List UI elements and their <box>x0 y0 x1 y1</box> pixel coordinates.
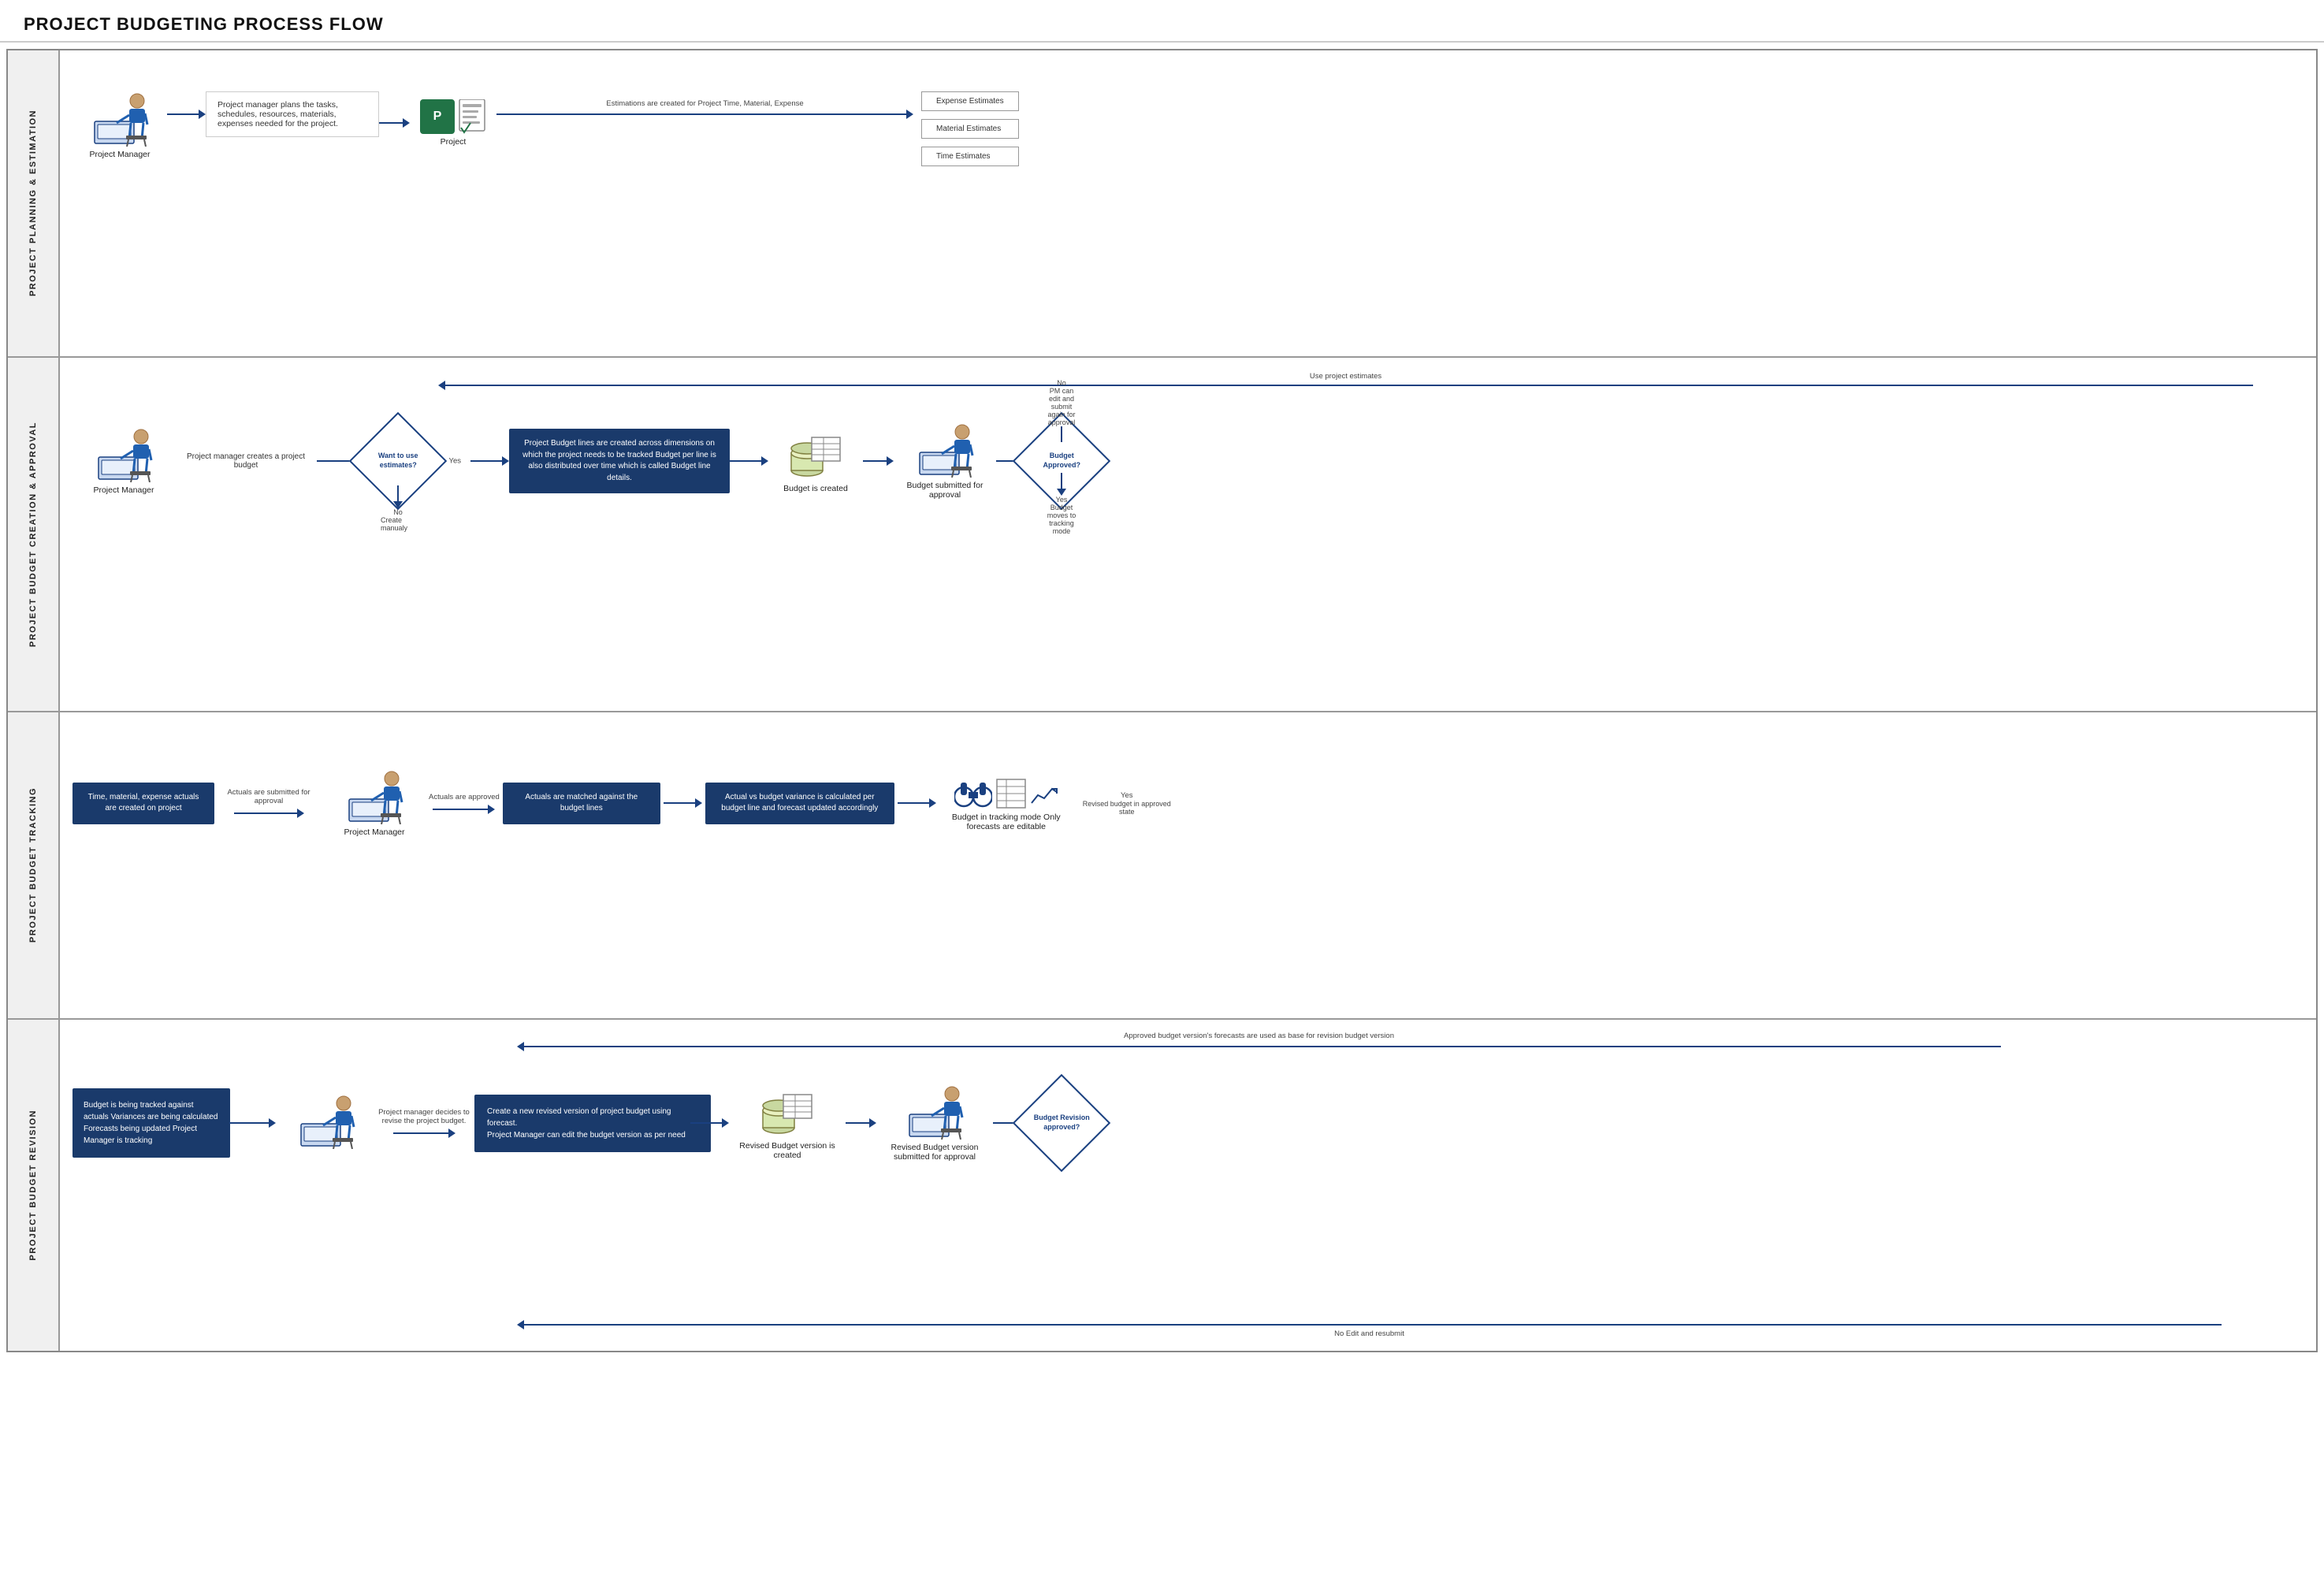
actor-pm-revision <box>279 1094 374 1152</box>
budget-created-icon <box>788 429 843 481</box>
time-estimates-box: Time Estimates <box>921 147 1019 166</box>
pm-icon-creation <box>92 427 155 482</box>
swimlane-body-creation: Use project estimates <box>60 358 2316 711</box>
swimlane-planning: PROJECT PLANNING & ESTIMATION <box>8 50 2316 358</box>
swimlane-label-creation: PROJECT BUDGET CREATION & APPROVAL <box>8 358 60 711</box>
revised-created-icon <box>760 1087 815 1138</box>
tracking-start-box: Time, material, expense actuals are crea… <box>73 783 214 824</box>
binoculars-icon <box>954 775 992 809</box>
revised-created-node: Revised Budget version is created <box>732 1087 842 1160</box>
pm-icon-revision <box>295 1094 358 1149</box>
revision-start-box: Budget is being tracked against actuals … <box>73 1088 226 1158</box>
budget-lines-box: Project Budget lines are created across … <box>509 429 730 493</box>
no-path-d1: No Create manualy <box>381 485 415 532</box>
page: PROJECT BUDGETING PROCESS FLOW PROJECT P… <box>0 0 2324 1584</box>
pm-submission-icon <box>913 422 976 478</box>
swimlane-body-revision: Approved budget version's forecasts are … <box>60 1020 2316 1351</box>
estimates-group: Expense Estimates Material Estimates Tim… <box>921 91 1019 166</box>
actor-pm-planning: Project Manager <box>73 91 167 159</box>
swimlane-creation: PROJECT BUDGET CREATION & APPROVAL Use p… <box>8 358 2316 712</box>
swimlane-label-planning: PROJECT PLANNING & ESTIMATION <box>8 50 60 356</box>
checklist-icon <box>458 99 486 134</box>
process-flow-container: PROJECT PLANNING & ESTIMATION <box>6 49 2318 1352</box>
pm-revision-submit-icon <box>903 1084 966 1140</box>
diamond-revision-approved: Budget Revision approved? <box>1027 1088 1096 1158</box>
budget-submitted-node: Budget submitted for approval <box>894 422 996 500</box>
ms-project-icon: P <box>420 99 455 134</box>
creation-step1-text: Project manager creates a project budget <box>175 452 317 470</box>
page-title: PROJECT BUDGETING PROCESS FLOW <box>0 0 2324 43</box>
revised-submitted-node: Revised Budget version submitted for app… <box>879 1084 990 1162</box>
trend-icon <box>1030 781 1058 809</box>
revised-version-box: Create a new revised version of project … <box>474 1095 687 1152</box>
expense-estimates-box: Expense Estimates <box>921 91 1019 111</box>
use-estimates-arrow: Use project estimates <box>438 372 2253 390</box>
no-path-d2: No PM can edit and submit again for appr… <box>1044 379 1079 442</box>
pm-icon-planning <box>88 91 151 147</box>
budget-created-node: Budget is created <box>768 429 863 493</box>
variance-box: Actual vs budget variance is calculated … <box>705 783 894 824</box>
swimlane-label-revision: PROJECT BUDGET REVISION <box>8 1020 60 1351</box>
actor-pm-tracking: Project Manager <box>323 769 426 837</box>
tracking-table-icon <box>995 778 1027 809</box>
yes-label-d1: Yes <box>449 457 462 466</box>
revision-no-label: No Edit and resubmit <box>517 1320 2222 1338</box>
yes-path-d2: Yes Budget moves to tracking mode <box>1044 473 1079 535</box>
tracking-mode-node: Budget in tracking mode Only forecasts a… <box>939 775 1073 831</box>
actuals-matched-box: Actuals are matched against the budget l… <box>503 783 660 824</box>
planning-step-text: Project manager plans the tasks, schedul… <box>206 91 379 137</box>
project-icon-group: P <box>410 99 496 147</box>
swimlane-body-tracking: Time, material, expense actuals are crea… <box>60 712 2316 1018</box>
pm-icon-tracking <box>343 769 406 824</box>
diamond-use-estimates: Want to use estimates? Yes No Create man… <box>363 426 433 496</box>
swimlane-body-planning: Project Manager Project manager plans th… <box>60 50 2316 356</box>
swimlane-tracking: PROJECT BUDGET TRACKING Time, material, … <box>8 712 2316 1020</box>
diamond-budget-approved: Budget Approved? No PM can edit and subm… <box>1027 426 1096 496</box>
revision-top-label: Approved budget version's forecasts are … <box>517 1031 2001 1051</box>
swimlane-label-tracking: PROJECT BUDGET TRACKING <box>8 712 60 1018</box>
yes-tracking-label: Yes Revised budget in approved state <box>1080 791 1174 816</box>
actor-pm-creation: Project Manager <box>73 427 175 495</box>
material-estimates-box: Material Estimates <box>921 119 1019 139</box>
swimlane-revision: PROJECT BUDGET REVISION Approved budget … <box>8 1020 2316 1351</box>
